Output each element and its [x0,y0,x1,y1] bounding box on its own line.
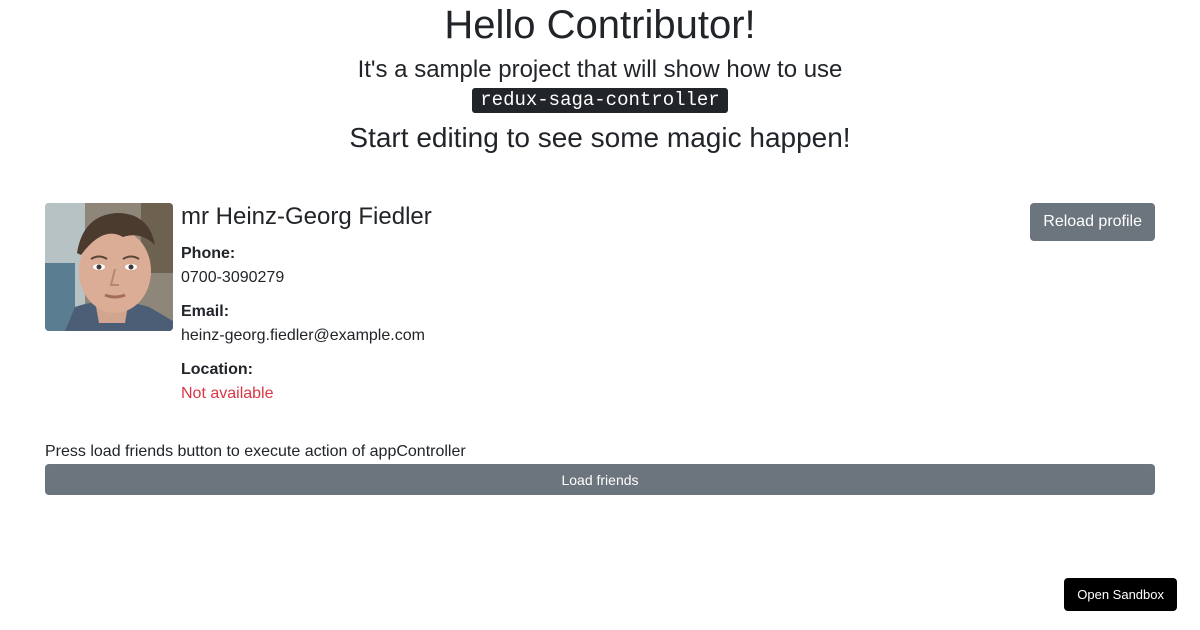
avatar-image [45,203,173,331]
code-wrapper: redux-saga-controller [0,88,1200,114]
email-label: Email: [181,303,230,320]
open-sandbox-button[interactable]: Open Sandbox [1064,578,1177,611]
email-value: heinz-georg.fiedler@example.com [181,327,425,344]
profile-name: mr Heinz-Georg Fiedler [181,203,432,230]
page: Hello Contributor! It's a sample project… [0,0,1200,630]
reload-profile-button[interactable]: Reload profile [1030,203,1155,241]
page-tagline: Start editing to see some magic happen! [349,122,851,153]
location-label: Location: [181,361,253,378]
phone-value: 0700-3090279 [181,269,285,286]
friends-section: Press load friends button to execute act… [45,442,1155,495]
library-code: redux-saga-controller [472,88,728,113]
page-title: Hello Contributor! [444,3,756,47]
phone-label: Phone: [181,245,236,262]
location-value: Not available [181,385,274,402]
avatar [45,203,173,331]
friends-hint: Press load friends button to execute act… [45,443,466,460]
profile-info: mr Heinz-Georg Fiedler Phone: 0700-30902… [181,203,432,404]
page-subtitle: It's a sample project that will show how… [357,56,843,83]
load-friends-button[interactable]: Load friends [45,464,1155,495]
header: Hello Contributor! It's a sample project… [0,0,1200,155]
